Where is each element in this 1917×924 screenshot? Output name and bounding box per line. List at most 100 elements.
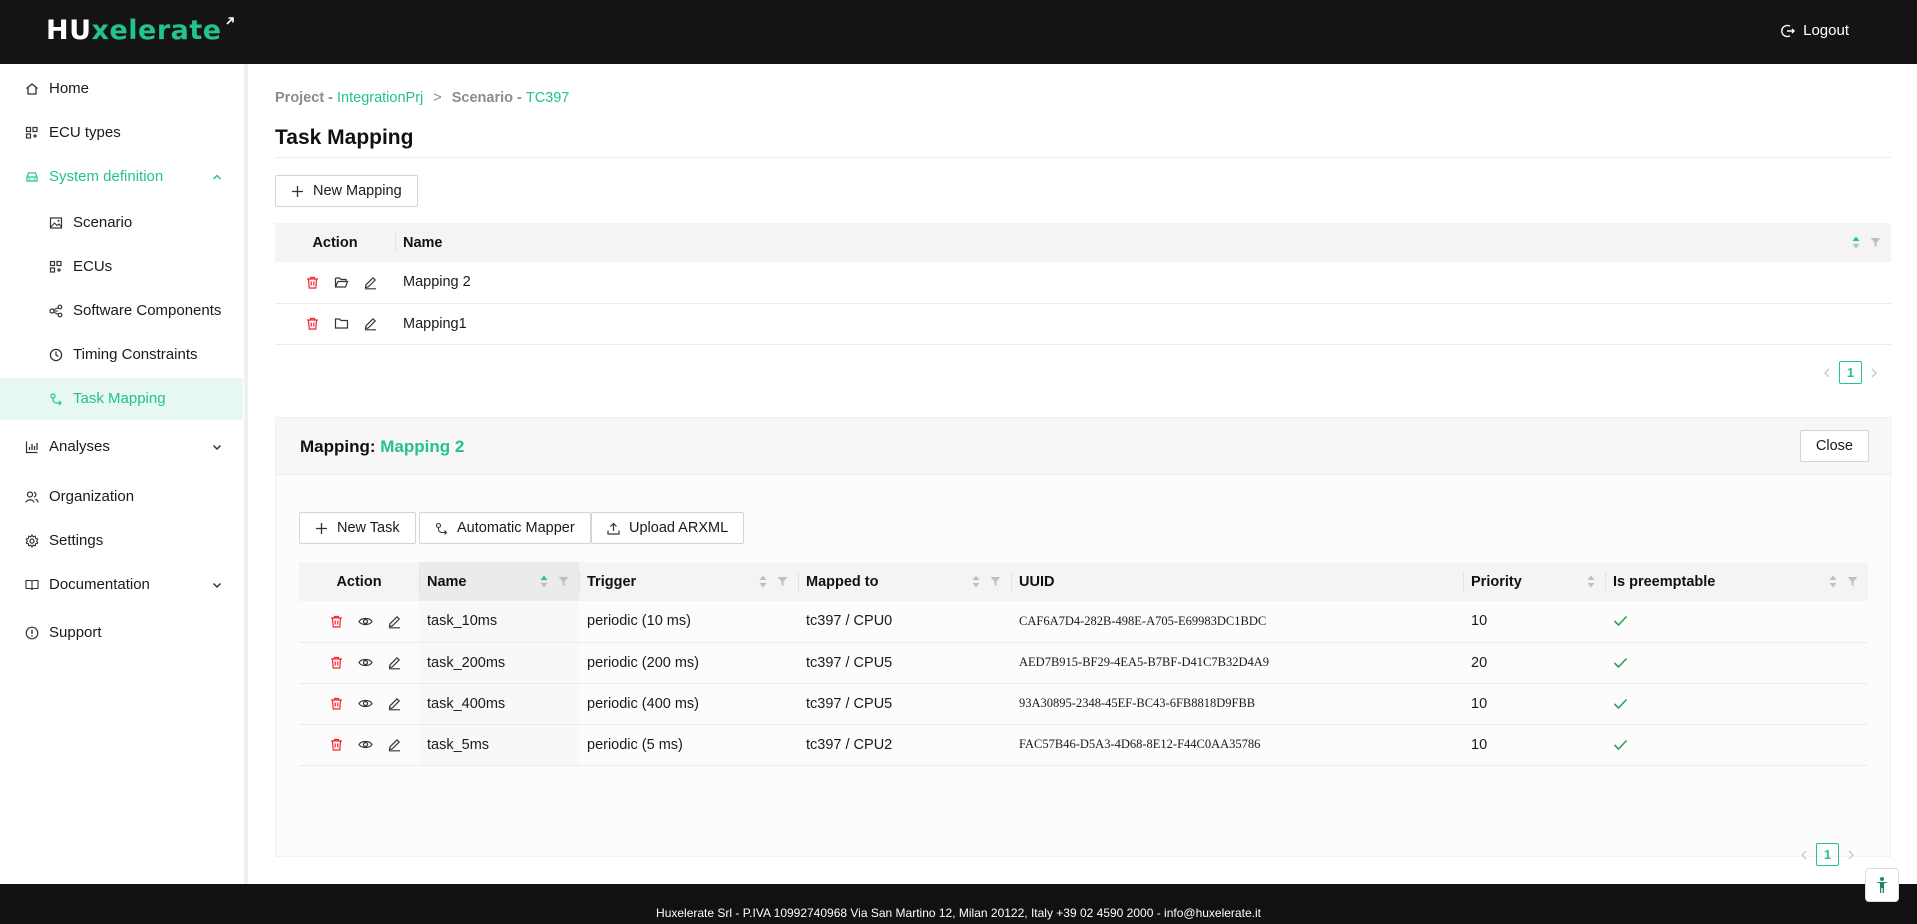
new-mapping-button[interactable]: New Mapping	[275, 175, 418, 207]
chevron-right-icon[interactable]	[1870, 368, 1878, 378]
sort-icon[interactable]	[759, 575, 767, 588]
logo[interactable]: HUxelerate	[46, 15, 234, 46]
trash-icon[interactable]	[329, 655, 344, 670]
logout-button[interactable]: Logout	[1781, 22, 1849, 39]
table-row[interactable]: task_400ms periodic (400 ms) tc397 / CPU…	[299, 683, 1868, 725]
sidebar-item-label: Support	[49, 624, 102, 641]
task-name: task_5ms	[419, 724, 579, 766]
chevron-left-icon[interactable]	[1823, 368, 1831, 378]
sidebar-item-settings[interactable]: Settings	[0, 520, 244, 562]
eye-icon[interactable]	[358, 696, 373, 711]
help-button[interactable]	[1865, 868, 1899, 902]
chevron-left-icon[interactable]	[1800, 850, 1808, 860]
sidebar-item-timing-constraints[interactable]: Timing Constraints	[0, 334, 244, 376]
task-trigger: periodic (5 ms)	[579, 724, 798, 766]
sort-icon[interactable]	[540, 575, 548, 588]
filter-icon[interactable]	[1847, 576, 1858, 587]
upload-arxml-label: Upload ARXML	[629, 520, 729, 536]
trash-icon[interactable]	[329, 737, 344, 752]
sidebar-item-home[interactable]: Home	[0, 68, 244, 110]
sidebar-item-system-definition[interactable]: System definition	[0, 156, 244, 198]
sort-icon[interactable]	[1829, 575, 1837, 588]
column-header-name[interactable]: Name	[395, 223, 1891, 262]
sidebar-item-label: ECUs	[73, 258, 113, 275]
edit-icon[interactable]	[363, 275, 378, 290]
filter-icon[interactable]	[777, 576, 788, 587]
page-button[interactable]: 1	[1839, 361, 1862, 384]
sidebar-item-label: Analyses	[49, 438, 110, 455]
task-trigger: periodic (400 ms)	[579, 683, 798, 725]
automatic-mapper-button[interactable]: Automatic Mapper	[419, 512, 591, 544]
eye-icon[interactable]	[358, 655, 373, 670]
sidebar-item-ecus[interactable]: ECUs	[0, 246, 244, 288]
page-button[interactable]: 1	[1816, 843, 1839, 866]
top-bar: HUxelerate Logout	[0, 0, 1917, 64]
edit-icon[interactable]	[387, 614, 402, 629]
filter-icon[interactable]	[1870, 237, 1881, 248]
mapping-icon	[50, 393, 62, 406]
nodes-icon	[49, 304, 63, 318]
filter-icon[interactable]	[990, 576, 1001, 587]
panel-title-mapping-name: Mapping 2	[380, 437, 465, 456]
column-header-is-preemptable[interactable]: Is preemptable	[1605, 562, 1868, 601]
eye-icon[interactable]	[358, 614, 373, 629]
users-icon	[25, 491, 39, 503]
new-task-button[interactable]: New Task	[299, 512, 416, 544]
filter-icon[interactable]	[558, 576, 569, 587]
table-row[interactable]: task_5ms periodic (5 ms) tc397 / CPU2 FA…	[299, 724, 1868, 766]
sidebar-item-task-mapping[interactable]: Task Mapping	[0, 378, 243, 420]
row-actions	[307, 655, 411, 670]
trash-icon[interactable]	[305, 316, 320, 331]
automatic-mapper-label: Automatic Mapper	[457, 520, 575, 536]
edit-icon[interactable]	[363, 316, 378, 331]
check-icon	[1613, 698, 1628, 709]
trash-icon[interactable]	[305, 275, 320, 290]
edit-icon[interactable]	[387, 696, 402, 711]
chevron-down-icon	[212, 582, 222, 589]
column-header-name-label: Name	[427, 573, 467, 590]
table-row[interactable]: Mapping 2	[275, 262, 1891, 304]
eye-icon[interactable]	[358, 737, 373, 752]
breadcrumb-scenario-label: Scenario -	[451, 90, 522, 106]
breadcrumb-scenario-link[interactable]: TC397	[526, 90, 570, 106]
accessibility-icon	[1876, 877, 1888, 893]
table-row[interactable]: Mapping1	[275, 303, 1891, 345]
column-header-name[interactable]: Name	[419, 562, 579, 601]
sort-icon[interactable]	[972, 575, 980, 588]
sidebar-item-analyses[interactable]: Analyses	[0, 426, 244, 468]
plus-icon	[316, 522, 327, 534]
sidebar-item-label: Home	[49, 80, 90, 97]
bar-chart-icon	[25, 441, 38, 454]
sidebar-item-organization[interactable]: Organization	[0, 476, 244, 518]
check-icon	[1613, 739, 1628, 750]
sidebar-item-support[interactable]: Support	[0, 612, 244, 654]
trash-icon[interactable]	[329, 696, 344, 711]
folder-icon[interactable]	[334, 316, 349, 331]
sidebar-item-scenario[interactable]: Scenario	[0, 202, 244, 244]
mapping-detail-panel: Mapping: Mapping 2 Close New Task Automa…	[275, 417, 1892, 866]
trash-icon[interactable]	[329, 614, 344, 629]
sidebar-item-label: System definition	[49, 168, 164, 185]
task-uuid: AED7B915-BF29-4EA5-B7BF-D41C7B32D4A9	[1011, 642, 1463, 684]
edit-icon[interactable]	[387, 655, 402, 670]
chevron-right-icon[interactable]	[1847, 850, 1855, 860]
table-row[interactable]: task_10ms periodic (10 ms) tc397 / CPU0 …	[299, 601, 1868, 643]
column-header-mapped-to[interactable]: Mapped to	[798, 562, 1011, 601]
column-header-trigger[interactable]: Trigger	[579, 562, 798, 601]
close-button[interactable]: Close	[1799, 430, 1869, 462]
breadcrumb-project-link[interactable]: IntegrationPrj	[337, 90, 423, 106]
tasks-table: Action Name Trigger Mapped to UUID Prior…	[299, 562, 1868, 766]
upload-arxml-button[interactable]: Upload ARXML	[591, 512, 745, 544]
edit-icon[interactable]	[387, 737, 402, 752]
row-actions	[283, 316, 387, 331]
sidebar-item-software-components[interactable]: Software Components	[0, 290, 244, 332]
sort-icon[interactable]	[1587, 575, 1595, 588]
column-header-priority[interactable]: Priority	[1463, 562, 1605, 601]
column-header-action: Action	[299, 562, 419, 601]
table-row[interactable]: task_200ms periodic (200 ms) tc397 / CPU…	[299, 642, 1868, 684]
sidebar-item-ecu-types[interactable]: ECU types	[0, 112, 244, 154]
task-uuid: FAC57B46-D5A3-4D68-8E12-F44C0AA35786	[1011, 724, 1463, 766]
sidebar-item-documentation[interactable]: Documentation	[0, 564, 244, 606]
sort-icon[interactable]	[1852, 236, 1860, 249]
folder-open-icon[interactable]	[334, 275, 349, 290]
